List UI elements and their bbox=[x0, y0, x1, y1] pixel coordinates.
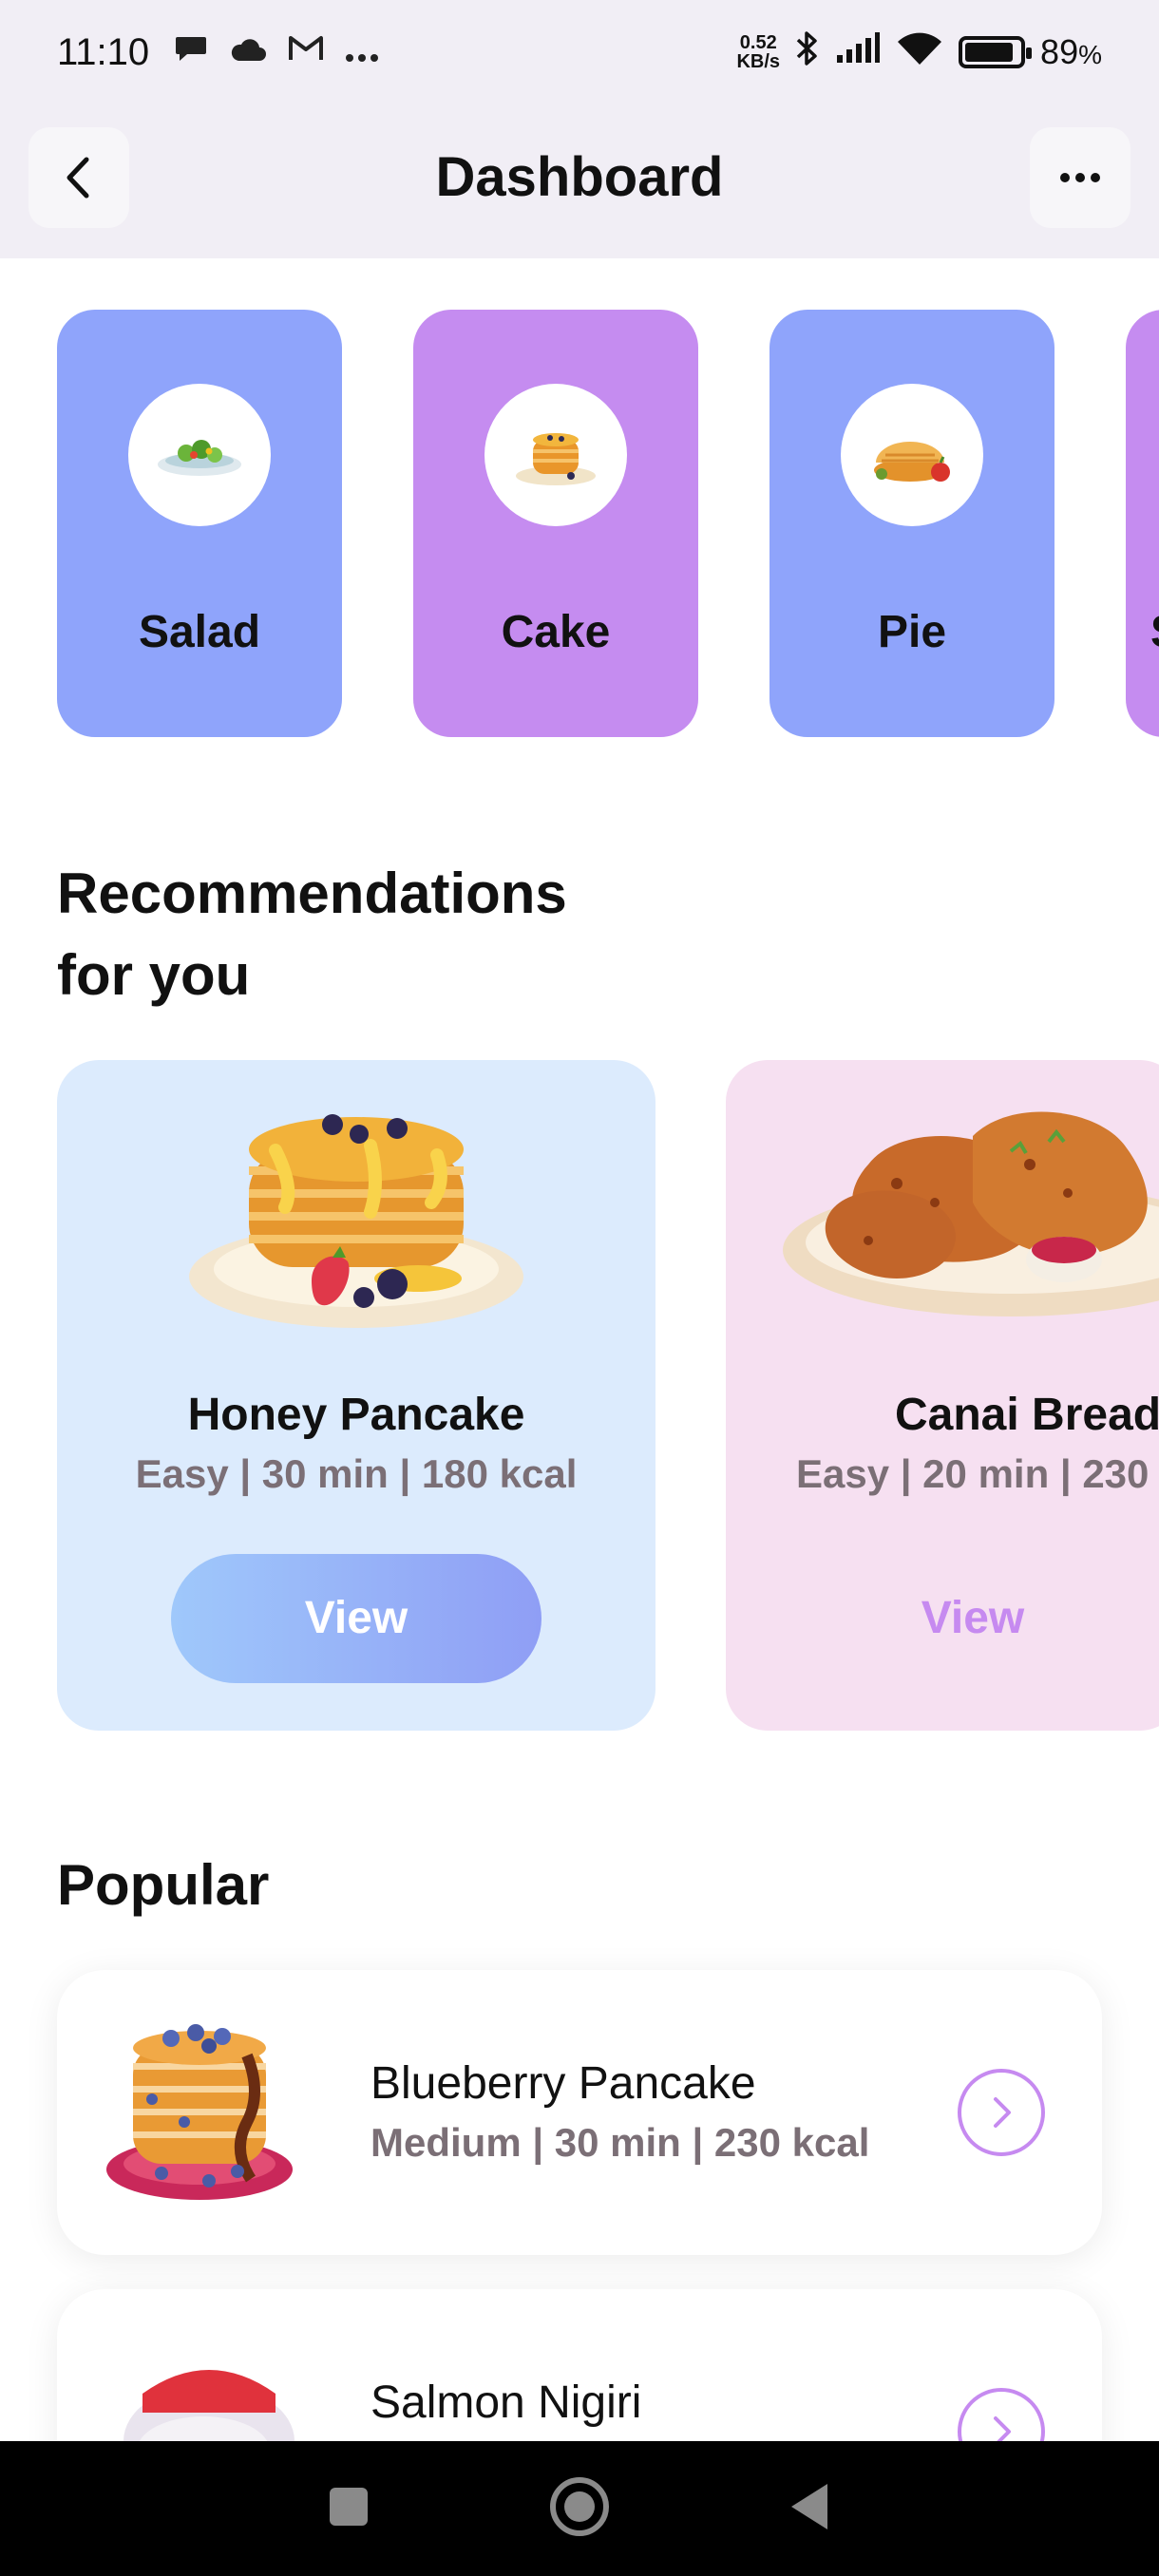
recommendation-meta: Easy | 30 min | 180 kcal bbox=[135, 1451, 578, 1496]
signal-icon bbox=[835, 31, 881, 73]
category-label: Cake bbox=[501, 607, 611, 657]
mail-icon bbox=[288, 34, 324, 71]
bluetooth-icon bbox=[795, 29, 820, 76]
blueberry-pancake-image bbox=[106, 2024, 293, 2200]
status-time: 11:10 bbox=[57, 30, 150, 73]
battery-fill bbox=[965, 43, 1013, 62]
view-button[interactable]: View bbox=[859, 1554, 1087, 1683]
square-icon bbox=[329, 2487, 368, 2526]
more-dots-icon bbox=[345, 34, 379, 71]
category-salad[interactable]: Salad bbox=[57, 310, 342, 737]
status-bar: 11:10 0.52 KB/s 89% bbox=[0, 0, 1159, 104]
chat-icon bbox=[174, 33, 208, 72]
popular-item-meta: Medium | 30 min | 230 kcal bbox=[370, 2120, 870, 2165]
recommendation-card[interactable]: Honey Pancake Easy | 30 min | 180 kcal V… bbox=[57, 1060, 656, 1731]
pie-icon bbox=[841, 384, 983, 526]
top-bar: 11:10 0.52 KB/s 89% Dashboard bbox=[0, 0, 1159, 258]
battery-unit: % bbox=[1078, 40, 1102, 69]
salad-icon bbox=[128, 384, 271, 526]
recommendations-title: Recommendations for you bbox=[57, 853, 567, 1016]
open-item-button[interactable] bbox=[958, 2069, 1045, 2156]
category-pie[interactable]: Pie bbox=[770, 310, 1054, 737]
recent-apps-button[interactable] bbox=[328, 2486, 370, 2532]
net-speed-unit: KB/s bbox=[736, 51, 781, 72]
recommendation-card[interactable]: Canai Bread Easy | 20 min | 230 View bbox=[726, 1060, 1159, 1731]
cake-icon bbox=[484, 384, 627, 526]
back-nav-button[interactable] bbox=[789, 2482, 831, 2536]
net-speed-value: 0.52 bbox=[739, 32, 777, 53]
honey-pancake-image bbox=[189, 1114, 523, 1328]
home-circle-icon bbox=[549, 2476, 609, 2536]
battery-icon bbox=[959, 36, 1033, 68]
battery-percent: 89% bbox=[1040, 32, 1102, 72]
popular-item-name: Blueberry Pancake bbox=[370, 2058, 756, 2109]
chevron-right-icon bbox=[994, 2097, 1011, 2128]
triangle-back-icon bbox=[791, 2483, 828, 2529]
recommendations-title-line1: Recommendations bbox=[57, 862, 567, 925]
page-title: Dashboard bbox=[435, 146, 724, 208]
category-label: S bbox=[1126, 606, 1159, 658]
cloud-icon bbox=[229, 34, 267, 71]
recommendations-title-line2: for you bbox=[57, 943, 251, 1007]
popular-item-name: Salmon Nigiri bbox=[370, 2377, 642, 2428]
category-cake[interactable]: Cake bbox=[413, 310, 698, 737]
category-partial[interactable]: S bbox=[1126, 310, 1159, 737]
wifi-icon bbox=[896, 30, 943, 75]
battery-value: 89 bbox=[1040, 32, 1079, 71]
system-nav-bar bbox=[0, 2441, 1159, 2576]
more-button[interactable] bbox=[1030, 127, 1130, 228]
screen: 11:10 0.52 KB/s 89% Dashboard Salad Cake… bbox=[0, 0, 1159, 2576]
recommendation-name: Honey Pancake bbox=[187, 1390, 525, 1440]
popular-item[interactable]: Blueberry Pancake Medium | 30 min | 230 … bbox=[57, 1970, 1102, 2255]
category-label: Salad bbox=[138, 607, 261, 657]
recommendation-name: Canai Bread bbox=[895, 1390, 1159, 1440]
view-button[interactable]: View bbox=[171, 1554, 542, 1683]
canai-bread-image bbox=[783, 1111, 1159, 1316]
more-horizontal-icon bbox=[1060, 173, 1100, 182]
popular-title: Popular bbox=[57, 1853, 270, 1917]
net-speed: 0.52 KB/s bbox=[736, 33, 780, 71]
category-label: Pie bbox=[877, 607, 947, 657]
home-button[interactable] bbox=[549, 2476, 610, 2542]
recommendation-meta: Easy | 20 min | 230 bbox=[796, 1451, 1150, 1496]
status-right: 0.52 KB/s 89% bbox=[736, 29, 1102, 76]
